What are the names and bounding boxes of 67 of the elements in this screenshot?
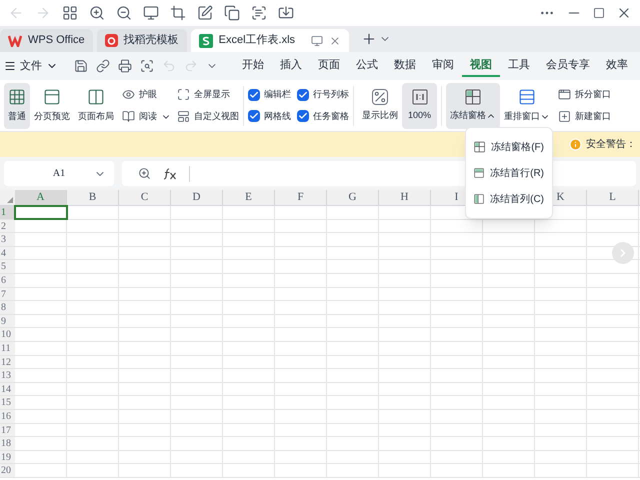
row-header[interactable]: 17	[0, 424, 15, 436]
ribbon-tab[interactable]: 公式	[348, 55, 386, 77]
row-header[interactable]: 2	[0, 220, 15, 232]
row-header[interactable]: 9	[0, 314, 15, 328]
document-tab[interactable]: 找稻壳模板	[96, 29, 187, 52]
column-header[interactable]: B	[67, 190, 119, 205]
ribbon-tab[interactable]: 效率	[598, 55, 636, 77]
split-window-button[interactable]: 拆分窗口	[558, 88, 612, 102]
freeze-panes-button[interactable]: 冻结窗格	[446, 82, 500, 128]
view-button[interactable]: 页面布局	[74, 82, 118, 128]
row-header[interactable]: 12	[0, 356, 15, 368]
row-header[interactable]: 19	[0, 450, 15, 464]
view-button[interactable]: 分页预览	[30, 82, 74, 128]
tab-label: WPS Office	[28, 33, 85, 48]
option-checkbox[interactable]: 行号列标	[297, 88, 349, 102]
option-checkbox[interactable]: 任务窗格	[297, 110, 349, 123]
column-header[interactable]: F	[275, 190, 327, 205]
freeze-menu-item[interactable]: 冻结首行(R)	[466, 160, 552, 186]
file-menu[interactable]: 文件	[4, 58, 58, 74]
ribbon-tab[interactable]: 开始	[234, 55, 272, 77]
row-header[interactable]: 7	[0, 288, 15, 300]
view-option-button[interactable]: 护眼	[122, 86, 171, 104]
ribbon-tab[interactable]: 页面	[310, 55, 348, 77]
row-header[interactable]: 1	[0, 206, 15, 219]
option-checkbox[interactable]: 网格线	[248, 110, 291, 123]
document-tab[interactable]: Excel工作表.xls	[190, 29, 349, 52]
row-header[interactable]: 6	[0, 274, 15, 287]
freeze-menu-item[interactable]: 冻结窗格(F)	[466, 134, 552, 160]
column-header[interactable]: G	[327, 190, 379, 205]
column-header[interactable]: L	[587, 190, 639, 205]
column-header[interactable]: D	[171, 190, 223, 205]
row-header[interactable]: 15	[0, 396, 15, 409]
row-header[interactable]: 16	[0, 410, 15, 422]
ribbon-tab[interactable]: 审阅	[424, 55, 462, 77]
column-header[interactable]: C	[119, 190, 171, 205]
security-warning: 安全警告：	[586, 138, 636, 152]
row-header[interactable]: 5	[0, 260, 15, 273]
document-tab[interactable]: WPS Office	[0, 29, 93, 52]
row-header[interactable]: 11	[0, 342, 15, 355]
column-header[interactable]: E	[223, 190, 275, 205]
tab-label: 找稻壳模板	[124, 33, 179, 48]
row-header[interactable]: 13	[0, 369, 15, 382]
name-box[interactable]: A1	[4, 161, 114, 186]
row-header[interactable]: 14	[0, 382, 15, 396]
ribbon-tab[interactable]: 数据	[386, 55, 424, 77]
arrange-windows-button[interactable]: 重排窗口	[500, 82, 554, 128]
new-window-button[interactable]: 新建窗口	[558, 110, 612, 123]
column-header[interactable]: H	[379, 190, 431, 205]
zoom-100-button[interactable]: 100%	[402, 82, 438, 128]
row-header[interactable]: 4	[0, 246, 15, 260]
column-header[interactable]: A	[15, 190, 67, 205]
zoom-ratio-button[interactable]: 显示比例	[358, 82, 402, 128]
view-option-button[interactable]: 全屏显示	[177, 86, 239, 104]
view-button[interactable]: 普通	[4, 82, 30, 128]
row-header[interactable]: 8	[0, 301, 15, 314]
view-option-button[interactable]: 阅读	[122, 108, 171, 126]
ribbon-tab[interactable]: 视图	[462, 55, 500, 77]
row-header[interactable]: 18	[0, 437, 15, 450]
ribbon-tab[interactable]: 插入	[272, 55, 310, 77]
tab-label: Excel工作表.xls	[218, 33, 296, 48]
ribbon-tab[interactable]: 工具	[500, 55, 538, 77]
ribbon-tab[interactable]: 会员专享	[538, 55, 598, 77]
option-checkbox[interactable]: 编辑栏	[248, 88, 291, 102]
row-header[interactable]: 10	[0, 328, 15, 341]
view-option-button[interactable]: 自定义视图	[177, 108, 239, 126]
row-header[interactable]: 20	[0, 464, 15, 477]
row-header[interactable]: 3	[0, 233, 15, 246]
